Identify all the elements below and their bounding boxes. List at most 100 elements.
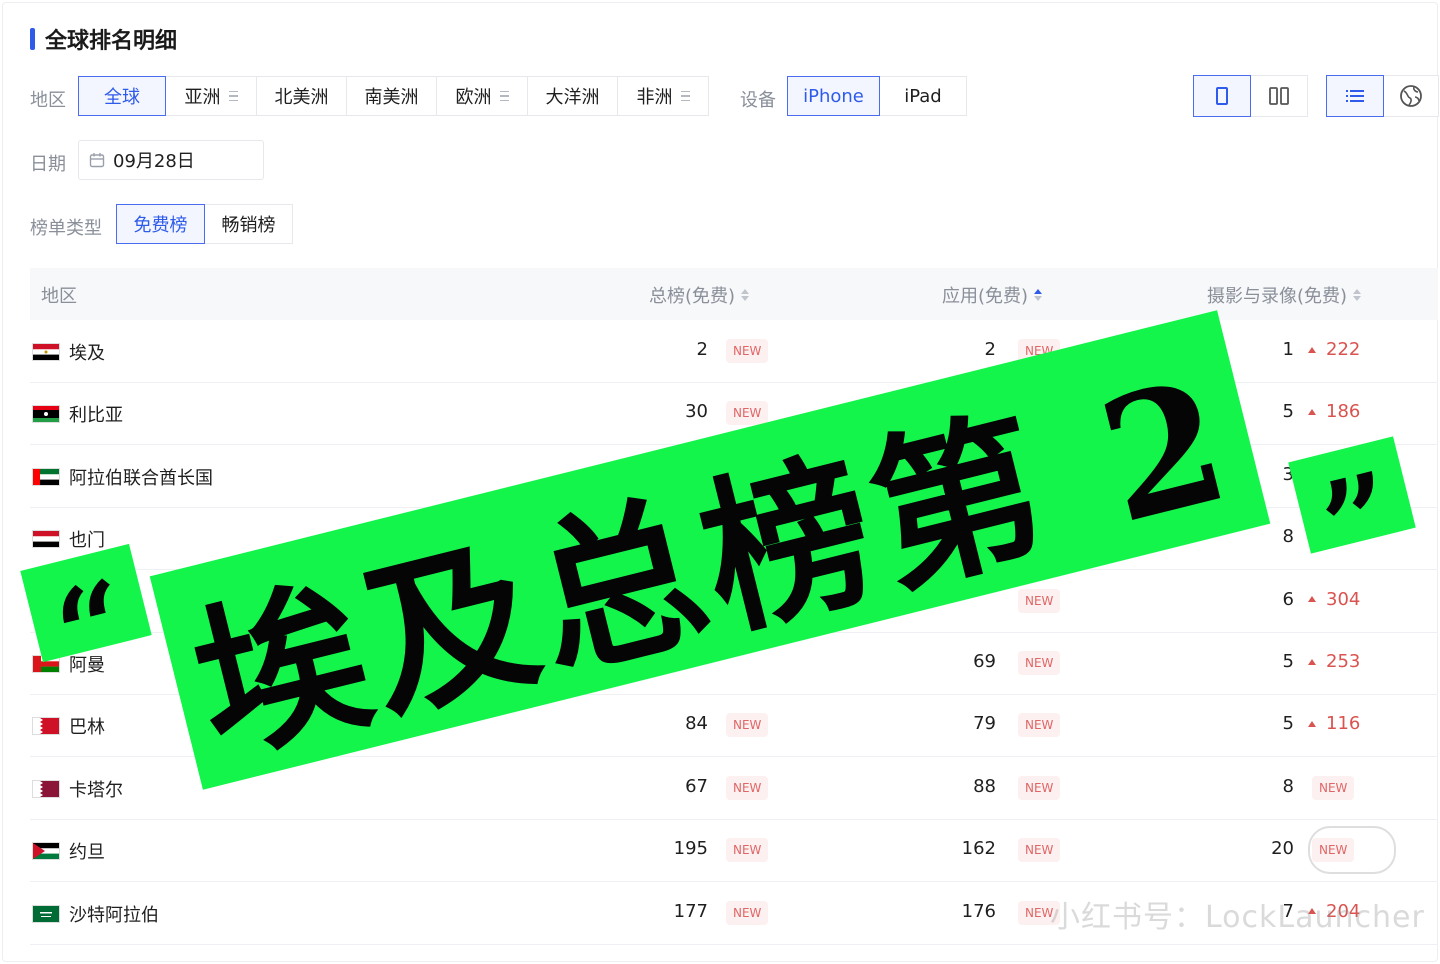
watermark-logo — [1308, 826, 1396, 874]
country-name: 巴林 — [69, 717, 105, 739]
sort-icon — [1353, 289, 1362, 301]
chart-type-label: 榜单类型 — [30, 218, 102, 239]
sort-icon — [1034, 289, 1043, 301]
flag-icon — [32, 717, 60, 736]
header-photo[interactable]: 摄影与录像(免费) — [1207, 282, 1362, 308]
menu-lines-icon — [499, 88, 509, 105]
photo-rank: 6 — [1282, 588, 1294, 610]
header-apps[interactable]: 应用(免费) — [942, 282, 1043, 308]
photo-rank: 1 — [1282, 339, 1294, 360]
overall-rank: 195 — [673, 838, 708, 860]
header-region: 地区 — [41, 286, 77, 307]
header-overall[interactable]: 总榜(免费) — [649, 282, 750, 308]
new-badge: NEW — [726, 713, 769, 738]
rank-change-value: 186 — [1326, 401, 1361, 423]
apps-rank: 69 — [973, 651, 996, 672]
region-option-europe[interactable]: 欧洲 — [436, 76, 528, 116]
calendar-icon — [89, 153, 105, 168]
rank-change-up: 253 — [1308, 651, 1360, 672]
new-badge: NEW — [1018, 775, 1061, 800]
list-icon — [1346, 90, 1364, 102]
single-column-view-button[interactable] — [1193, 75, 1251, 117]
section-title: 全球排名明细 — [30, 24, 177, 54]
section-title-text: 全球排名明细 — [45, 29, 178, 54]
overall-rank: 2 — [696, 339, 708, 360]
flag-icon — [32, 779, 60, 798]
header-photo-label: 摄影与录像(免费) — [1207, 286, 1348, 307]
overall-rank: 67 — [685, 775, 708, 797]
region-option-north-america[interactable]: 北美洲 — [256, 76, 347, 116]
new-badge: NEW — [1018, 713, 1061, 738]
map-view-button[interactable] — [1383, 75, 1439, 117]
rank-change-up: 222 — [1308, 339, 1360, 360]
globe-icon — [1400, 85, 1422, 107]
rank-change-value: 222 — [1326, 339, 1361, 360]
display-mode-group — [1326, 75, 1439, 117]
region-option-africa[interactable]: 非洲 — [617, 76, 709, 116]
region-option-asia[interactable]: 亚洲 — [165, 76, 257, 116]
apps-rank: 176 — [961, 900, 996, 922]
chart-type-option-label: 畅销榜 — [221, 215, 276, 236]
double-column-view-button[interactable] — [1250, 75, 1308, 117]
flag-icon — [32, 467, 60, 486]
device-option-label: iPad — [904, 85, 942, 107]
region-option-label: 全球 — [104, 87, 140, 108]
date-filter-label: 日期 — [30, 154, 66, 175]
new-badge: NEW — [1018, 651, 1061, 675]
up-arrow-icon — [1308, 720, 1316, 727]
device-option-ipad[interactable]: iPad — [879, 76, 967, 116]
watermark-text: 小红书号：LockLauncher — [1050, 900, 1425, 935]
region-segmented-control: 全球 亚洲 北美洲 南美洲 欧洲 大洋洲 非洲 — [78, 76, 709, 116]
chart-type-segmented-control: 免费榜 畅销榜 — [116, 204, 293, 244]
country-name: 卡塔尔 — [69, 779, 123, 801]
date-picker[interactable]: 09月28日 — [78, 140, 264, 180]
apps-rank: 88 — [973, 775, 996, 797]
flag-icon — [32, 530, 60, 549]
region-option-global[interactable]: 全球 — [78, 76, 166, 116]
photo-rank: 5 — [1282, 651, 1294, 672]
region-option-label: 欧洲 — [455, 87, 492, 108]
up-arrow-icon — [1308, 658, 1316, 665]
title-accent-bar — [30, 28, 35, 50]
photo-rank: 20 — [1271, 838, 1294, 860]
country-name: 利比亚 — [69, 405, 123, 427]
double-column-icon — [1269, 87, 1289, 105]
menu-lines-icon — [680, 88, 690, 105]
new-badge: NEW — [726, 339, 769, 363]
new-badge: NEW — [726, 775, 769, 800]
apps-rank: 79 — [973, 713, 996, 735]
region-option-oceania[interactable]: 大洋洲 — [527, 76, 618, 116]
device-segmented-control: iPhone iPad — [787, 76, 967, 116]
country-name: 沙特阿拉伯 — [69, 904, 159, 926]
chart-type-free[interactable]: 免费榜 — [116, 204, 205, 244]
overall-rank: 84 — [685, 713, 708, 735]
country-name: 也门 — [69, 530, 105, 552]
new-badge: NEW — [1312, 775, 1355, 800]
list-view-button[interactable] — [1326, 75, 1384, 117]
apps-rank: 162 — [961, 838, 996, 860]
flag-icon — [32, 842, 60, 861]
header-overall-label: 总榜(免费) — [649, 286, 736, 307]
flag-icon — [32, 343, 60, 361]
region-option-label: 非洲 — [636, 87, 673, 108]
region-filter-label: 地区 — [30, 90, 66, 111]
sort-icon — [741, 289, 750, 301]
new-badge: NEW — [726, 838, 769, 863]
header-apps-label: 应用(免费) — [942, 286, 1029, 307]
photo-rank: 5 — [1282, 713, 1294, 735]
table-row[interactable]: 约旦 195 NEW 162 NEW 20 NEW — [30, 819, 1438, 883]
date-value: 09月28日 — [113, 151, 195, 172]
device-option-iphone[interactable]: iPhone — [787, 76, 880, 116]
up-arrow-icon — [1308, 346, 1316, 353]
menu-lines-icon — [228, 88, 238, 105]
chart-type-grossing[interactable]: 畅销榜 — [204, 204, 293, 244]
flag-icon — [32, 904, 60, 923]
country-name: 约旦 — [69, 842, 105, 864]
region-option-label: 大洋洲 — [545, 87, 600, 108]
up-arrow-icon — [1308, 408, 1316, 415]
region-option-south-america[interactable]: 南美洲 — [346, 76, 437, 116]
flag-icon — [32, 405, 60, 424]
new-badge: NEW — [1018, 838, 1061, 863]
rank-change-value: 253 — [1326, 651, 1361, 672]
single-column-icon — [1216, 87, 1228, 105]
